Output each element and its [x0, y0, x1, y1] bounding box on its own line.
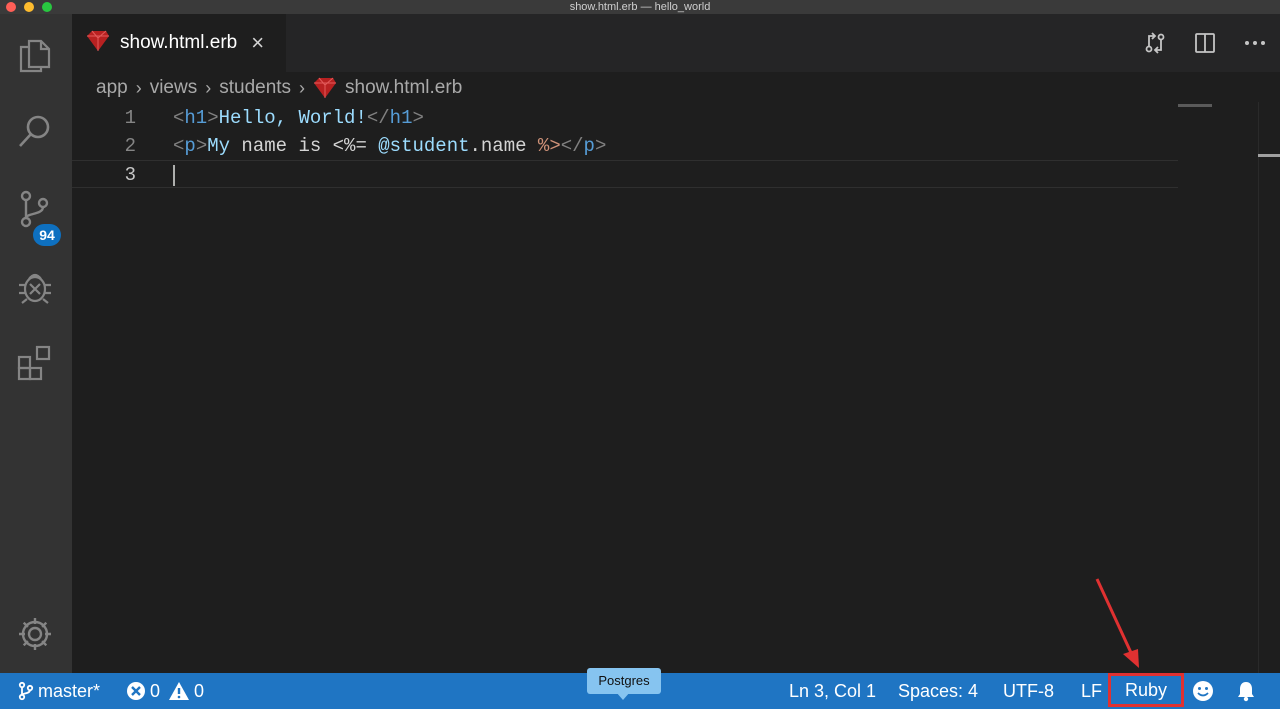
breadcrumb-item-file[interactable]: show.html.erb [345, 77, 462, 99]
line-number: 1 [124, 107, 136, 129]
chevron-right-icon: › [135, 77, 142, 98]
breadcrumb-item-students[interactable]: students [219, 77, 291, 99]
git-branch-icon [18, 681, 38, 701]
code-line[interactable]: 1 <h1>Hello, World!</h1> [72, 104, 1178, 132]
code-text: <h1>Hello, World!</h1> [173, 107, 424, 129]
minimap[interactable] [1178, 104, 1212, 107]
open-changes-icon[interactable] [1130, 14, 1180, 72]
error-count: 0 [150, 680, 161, 701]
split-editor-icon[interactable] [1180, 14, 1230, 72]
window-title: show.html.erb — hello_world [569, 1, 711, 13]
files-icon[interactable] [12, 32, 58, 78]
tab-show-html-erb[interactable]: show.html.erb × [72, 14, 286, 72]
cursor-position[interactable]: Ln 3, Col 1 [789, 673, 876, 709]
warning-icon [168, 681, 194, 701]
encoding-status[interactable]: UTF-8 [1003, 673, 1054, 709]
error-icon [126, 681, 150, 701]
code-editor[interactable]: 1 <h1>Hello, World!</h1> 2 <p>My name is… [72, 102, 1280, 673]
code-text: <p>My name is <%= @student.name %></p> [173, 135, 607, 157]
postgres-tooltip: Postgres [587, 668, 661, 694]
indentation-status[interactable]: Spaces: 4 [898, 673, 978, 709]
chevron-right-icon: › [299, 77, 306, 98]
code-line[interactable]: 2 <p>My name is <%= @student.name %></p> [72, 132, 1178, 160]
search-icon[interactable] [12, 108, 58, 154]
branch-status[interactable]: master* [18, 673, 100, 709]
vertical-scrollbar[interactable] [1258, 102, 1280, 673]
scrollbar-cursor-marker [1258, 154, 1280, 157]
chevron-right-icon: › [205, 77, 212, 98]
language-mode-button[interactable]: Ruby [1108, 673, 1185, 707]
gear-icon[interactable] [12, 611, 58, 657]
tab-label: show.html.erb [120, 32, 238, 53]
ruby-file-icon [86, 30, 110, 57]
source-control-badge: 94 [33, 224, 61, 246]
tab-bar: show.html.erb × [72, 14, 1280, 72]
more-actions-icon[interactable] [1230, 14, 1280, 72]
close-icon[interactable]: × [251, 32, 264, 54]
line-number: 2 [124, 135, 136, 157]
eol-status[interactable]: LF [1081, 673, 1102, 709]
branch-name: master* [38, 680, 101, 701]
feedback-smiley-icon[interactable] [1192, 673, 1218, 709]
activity-bar: 94 [0, 14, 72, 673]
breadcrumb: app › views › students › show.html.erb [96, 74, 462, 102]
language-mode-label: Ruby [1125, 679, 1168, 700]
window-title-bar: show.html.erb — hello_world [0, 0, 1280, 14]
line-number: 3 [124, 164, 136, 186]
ruby-file-icon [313, 77, 337, 99]
notifications-bell-icon[interactable] [1236, 673, 1260, 709]
warning-count: 0 [194, 680, 205, 701]
breadcrumb-item-app[interactable]: app [96, 77, 128, 99]
problems-status[interactable]: 0 0 [126, 673, 204, 709]
breadcrumb-item-views[interactable]: views [150, 77, 198, 99]
text-cursor [173, 165, 175, 186]
code-line-current[interactable]: 3 [72, 160, 1178, 188]
tooltip-pointer [616, 692, 630, 700]
extensions-icon[interactable] [12, 340, 58, 386]
debug-icon[interactable] [12, 264, 58, 310]
